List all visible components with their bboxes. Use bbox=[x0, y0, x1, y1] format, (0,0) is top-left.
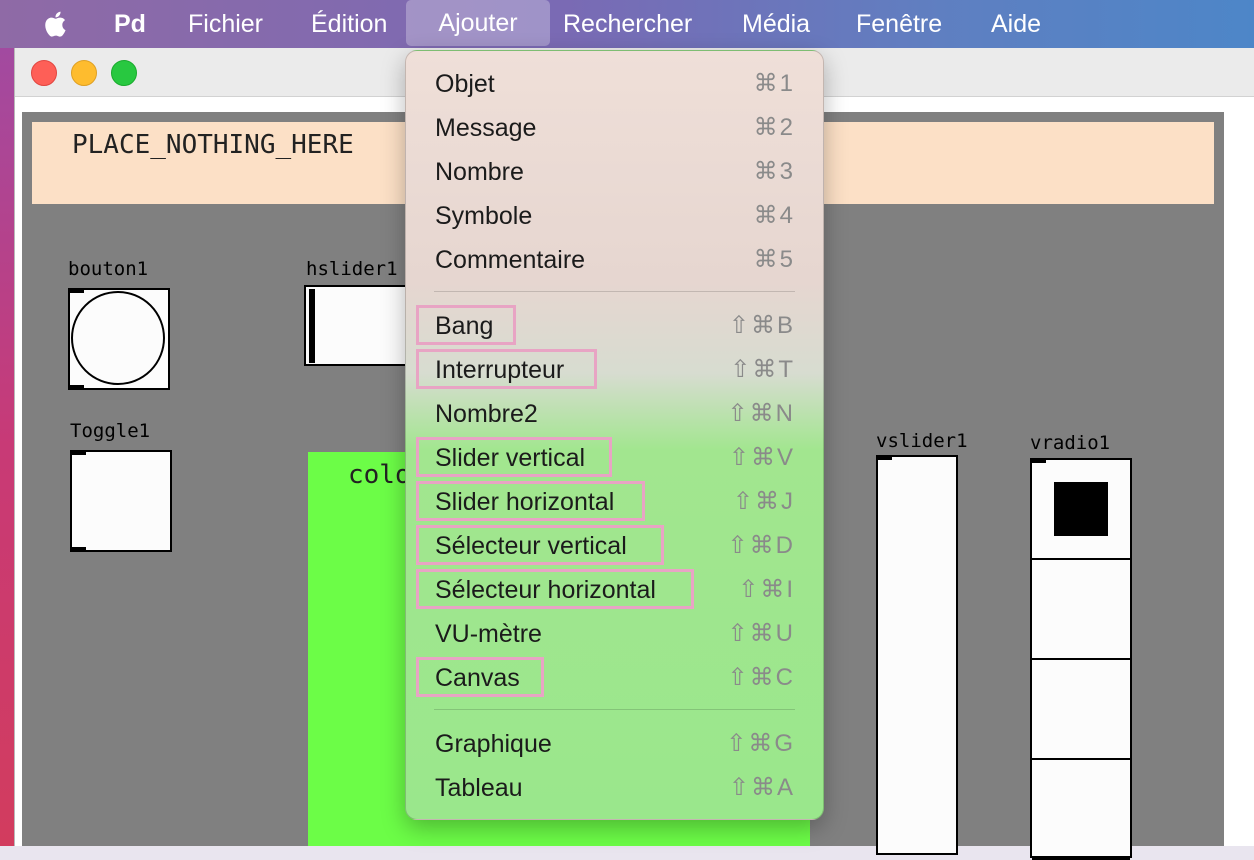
menu-separator bbox=[434, 291, 795, 292]
menu-edition[interactable]: Édition bbox=[311, 0, 387, 48]
toggle-object[interactable] bbox=[70, 450, 172, 552]
vradio-object[interactable] bbox=[1030, 458, 1132, 860]
menu-item-message[interactable]: Message ⌘2 bbox=[406, 106, 823, 150]
vradio-cell[interactable] bbox=[1032, 560, 1130, 660]
inlet bbox=[878, 457, 892, 460]
menu-item-nombre2[interactable]: Nombre2 ⇧⌘N bbox=[406, 392, 823, 436]
menu-item-slider-vertical[interactable]: Slider vertical ⇧⌘V bbox=[406, 436, 823, 480]
toggle-label: Toggle1 bbox=[70, 420, 151, 442]
menu-fichier[interactable]: Fichier bbox=[188, 0, 263, 48]
bang-circle bbox=[71, 291, 165, 385]
outlet bbox=[72, 547, 86, 550]
menu-bar: Pd Fichier Édition Ajouter Rechercher Mé… bbox=[0, 0, 1254, 48]
outlet bbox=[70, 385, 84, 388]
hslider-knob[interactable] bbox=[309, 289, 315, 363]
menu-item-graphique[interactable]: Graphique ⇧⌘G bbox=[406, 722, 823, 766]
menu-fenetre[interactable]: Fenêtre bbox=[856, 0, 942, 48]
vradio-cell[interactable] bbox=[1032, 660, 1130, 760]
hslider-object[interactable] bbox=[304, 285, 408, 366]
vslider-object[interactable] bbox=[876, 455, 958, 855]
canvas-label: colo bbox=[348, 460, 411, 490]
bang-label: bouton1 bbox=[68, 258, 149, 280]
menu-item-bang[interactable]: Bang ⇧⌘B bbox=[406, 304, 823, 348]
menu-separator bbox=[434, 709, 795, 710]
vradio-cell[interactable] bbox=[1032, 460, 1130, 560]
menu-item-canvas[interactable]: Canvas ⇧⌘C bbox=[406, 656, 823, 700]
hslider-label: hslider1 bbox=[306, 258, 398, 280]
menu-ajouter[interactable]: Ajouter bbox=[406, 0, 550, 46]
menu-item-nombre[interactable]: Nombre ⌘3 bbox=[406, 150, 823, 194]
menu-item-selecteur-horizontal[interactable]: Sélecteur horizontal ⇧⌘I bbox=[406, 568, 823, 612]
bang-object[interactable] bbox=[68, 288, 170, 390]
menu-item-objet[interactable]: Objet ⌘1 bbox=[406, 62, 823, 106]
menu-media[interactable]: Média bbox=[742, 0, 810, 48]
inlet bbox=[72, 452, 86, 455]
zoom-button[interactable] bbox=[111, 60, 137, 86]
desktop-background bbox=[0, 48, 14, 846]
vradio-cell[interactable] bbox=[1032, 760, 1130, 860]
menu-item-commentaire[interactable]: Commentaire ⌘5 bbox=[406, 238, 823, 282]
menu-item-selecteur-vertical[interactable]: Sélecteur vertical ⇧⌘D bbox=[406, 524, 823, 568]
menu-app-pd[interactable]: Pd bbox=[114, 0, 146, 48]
menu-item-vu-metre[interactable]: VU-mètre ⇧⌘U bbox=[406, 612, 823, 656]
ajouter-dropdown-menu: Objet ⌘1 Message ⌘2 Nombre ⌘3 Symbole ⌘4… bbox=[405, 50, 824, 820]
banner-text: PLACE_NOTHING_HERE bbox=[72, 130, 354, 160]
vslider-label: vslider1 bbox=[876, 430, 968, 452]
menu-rechercher[interactable]: Rechercher bbox=[563, 0, 692, 48]
close-button[interactable] bbox=[31, 60, 57, 86]
inlet bbox=[70, 290, 84, 293]
menu-item-symbole[interactable]: Symbole ⌘4 bbox=[406, 194, 823, 238]
apple-logo-icon[interactable] bbox=[40, 8, 72, 40]
menu-item-slider-horizontal[interactable]: Slider horizontal ⇧⌘J bbox=[406, 480, 823, 524]
menu-item-tableau[interactable]: Tableau ⇧⌘A bbox=[406, 766, 823, 810]
vradio-selected-mark bbox=[1054, 482, 1108, 536]
menu-aide[interactable]: Aide bbox=[991, 0, 1041, 48]
minimize-button[interactable] bbox=[71, 60, 97, 86]
vradio-label: vradio1 bbox=[1030, 432, 1111, 454]
menu-item-interrupteur[interactable]: Interrupteur ⇧⌘T bbox=[406, 348, 823, 392]
